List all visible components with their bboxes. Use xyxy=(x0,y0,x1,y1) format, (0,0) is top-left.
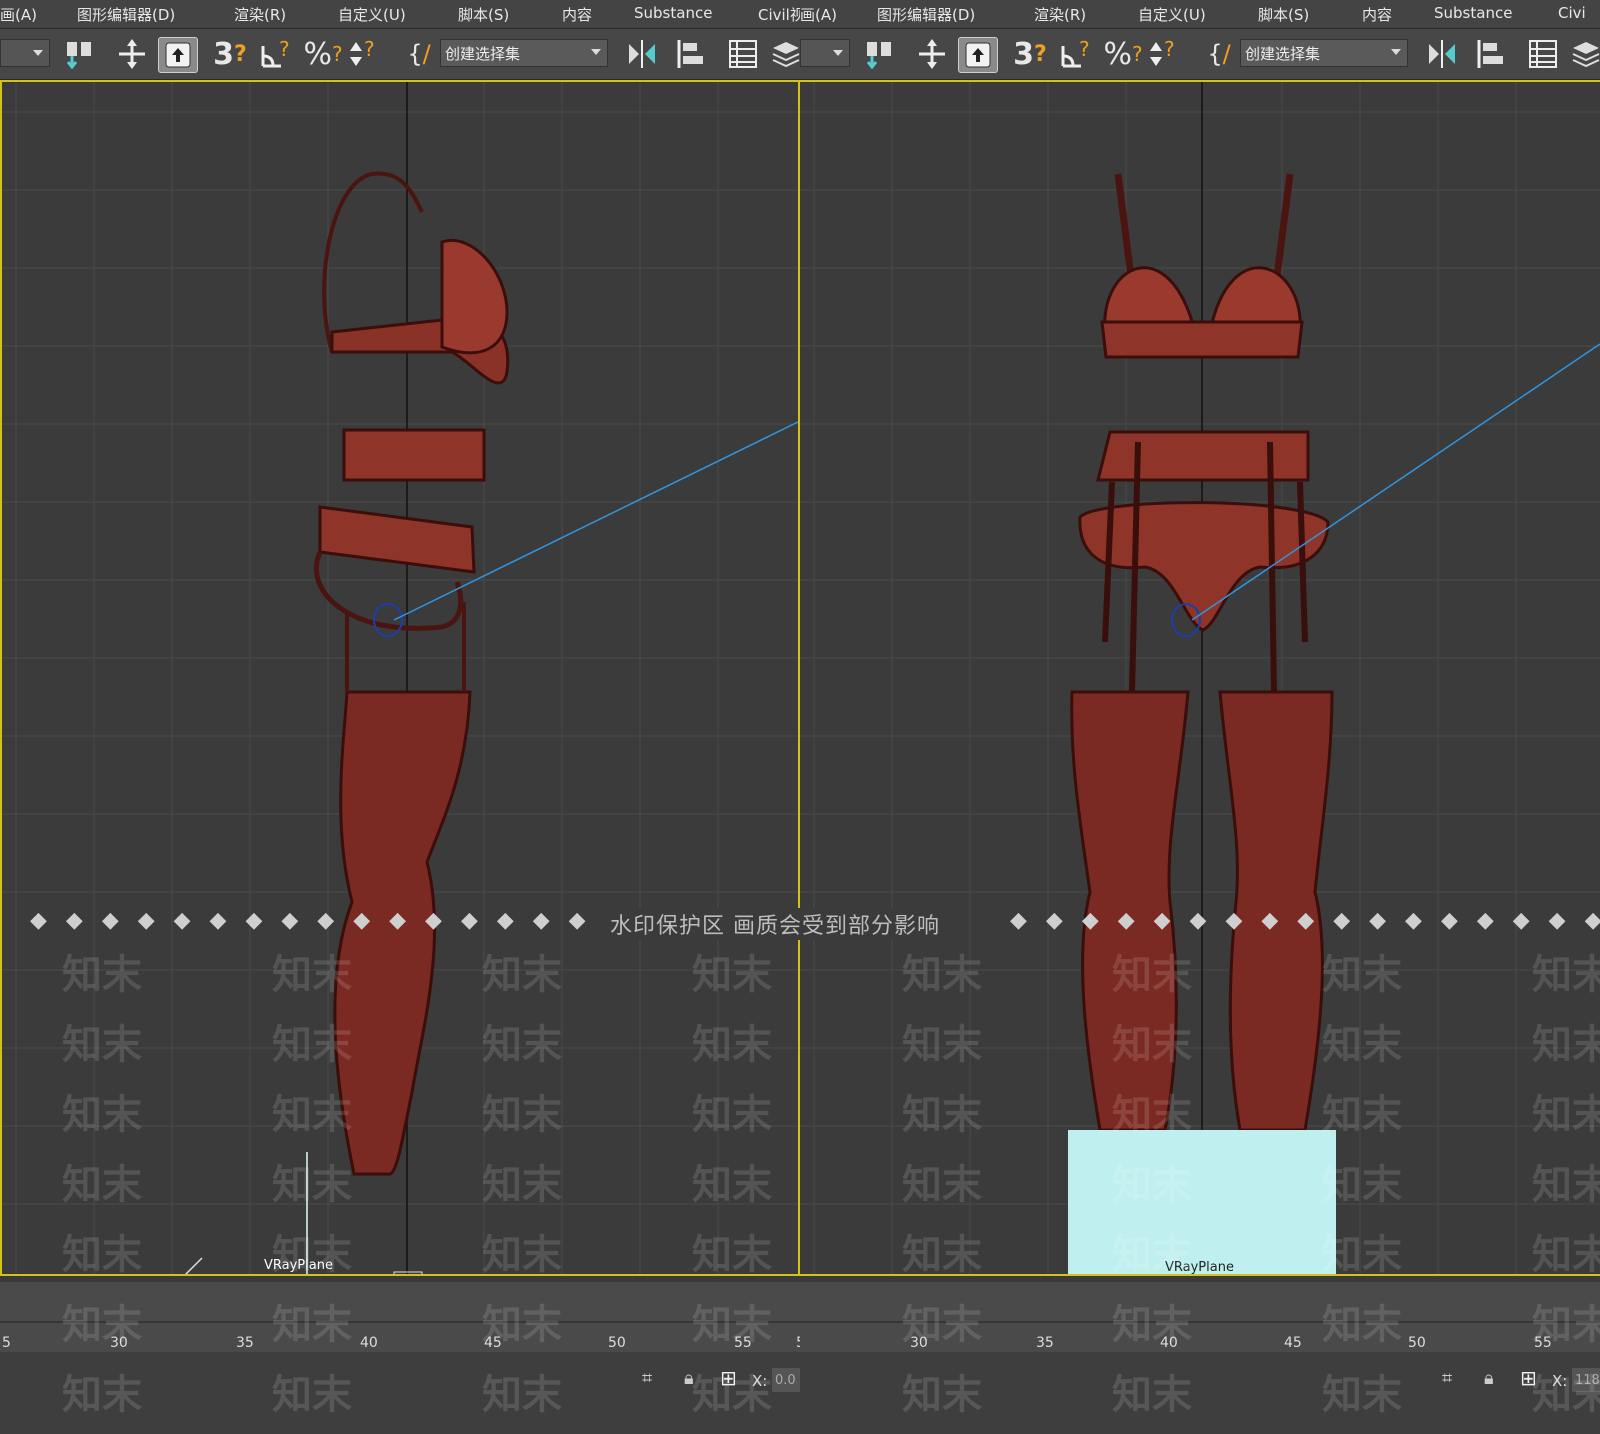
timeline-tick: 55 xyxy=(734,1335,752,1351)
named-selection-icon[interactable]: {/ xyxy=(1202,37,1236,71)
select-object-icon[interactable] xyxy=(958,37,998,73)
watermark-diamonds: ◆ ◆ ◆ ◆ ◆ ◆ ◆ ◆ ◆ ◆ ◆ ◆ ◆ ◆ ◆ ◆ ◆ ◆ ◆ xyxy=(1010,908,1600,933)
svg-text:?: ? xyxy=(364,38,375,61)
menu-customize[interactable]: 自定义(U) xyxy=(338,4,406,25)
lingerie-model-side[interactable] xyxy=(313,171,510,1176)
snap-3d-icon[interactable]: 3? xyxy=(212,37,248,72)
lock-icon[interactable]: 🔒︎ xyxy=(684,1368,694,1389)
selection-filter-dropdown[interactable] xyxy=(0,39,50,67)
snap-3d-icon[interactable]: 3? xyxy=(1012,37,1048,72)
angle-snap-icon[interactable]: ? xyxy=(258,37,296,71)
timeline-tick: 45 xyxy=(1284,1335,1302,1351)
selection-filter-dropdown[interactable] xyxy=(800,39,850,67)
menu-scripting[interactable]: 脚本(S) xyxy=(458,4,509,25)
viewport-left[interactable]: VRayPlane xyxy=(0,80,800,1276)
scene-explorer-icon[interactable] xyxy=(1526,37,1560,71)
light-target-line xyxy=(1191,343,1600,621)
select-link-icon[interactable] xyxy=(860,37,900,71)
vray-plane[interactable] xyxy=(1068,1130,1336,1276)
watermark-banner: 水印保护区 画质会受到部分影响 xyxy=(604,908,946,940)
menu-rendering[interactable]: 渲染(R) xyxy=(234,4,286,25)
svg-text:?: ? xyxy=(1079,38,1090,61)
viewport-right-canvas xyxy=(800,82,1600,1276)
select-object-icon[interactable] xyxy=(158,37,198,73)
absolute-mode-icon[interactable]: ⊞ xyxy=(1520,1366,1537,1390)
status-bar xyxy=(0,1352,800,1434)
spinner-snap-icon[interactable]: ? xyxy=(348,37,384,71)
timeline-tick: 45 xyxy=(484,1335,502,1351)
vray-plane-label: VRayPlane xyxy=(264,1258,333,1273)
select-link-icon[interactable] xyxy=(60,37,100,71)
left-window: 画(A) 图形编辑器(D) 渲染(R) 自定义(U) 脚本(S) 内容 Subs… xyxy=(0,0,800,1434)
timeline-tick: 30 xyxy=(910,1335,928,1351)
watermark-diamonds: ◆ ◆ ◆ ◆ ◆ ◆ ◆ ◆ ◆ ◆ ◆ ◆ ◆ ◆ ◆ ◆ ◆ ◆ xyxy=(30,908,664,933)
menu-graph-editors[interactable]: 图形编辑器(D) xyxy=(877,4,975,25)
spinner-snap-icon[interactable]: ? xyxy=(1148,37,1184,71)
timeline-tick: 35 xyxy=(236,1335,254,1351)
menu-bar: 画(A) 图形编辑器(D) 渲染(R) 自定义(U) 脚本(S) 内容 Subs… xyxy=(800,0,1600,29)
menu-rendering[interactable]: 渲染(R) xyxy=(1034,4,1086,25)
scene-explorer-icon[interactable] xyxy=(726,37,760,71)
timeline-tick: 50 xyxy=(608,1335,626,1351)
status-bar xyxy=(800,1352,1600,1434)
timeline-tick: 5 xyxy=(2,1335,11,1351)
menu-civil-view[interactable]: Civil视(A) xyxy=(758,4,800,25)
selection-set-dropdown[interactable]: 创建选择集 xyxy=(1240,39,1408,67)
named-selection-icon[interactable]: {/ xyxy=(402,37,436,71)
vray-plane-label: VRayPlane xyxy=(1165,1260,1234,1275)
menu-content[interactable]: 内容 xyxy=(1362,4,1392,25)
mirror-icon[interactable] xyxy=(1424,37,1460,71)
viewport-left-canvas xyxy=(2,82,798,1274)
selection-set-text: 创建选择集 xyxy=(1245,44,1321,63)
main-toolbar: 3? ? %? ? {/ 创建选择集 xyxy=(0,29,800,80)
align-icon[interactable] xyxy=(1474,37,1508,71)
align-icon[interactable] xyxy=(674,37,708,71)
timeline-tick: 40 xyxy=(1160,1335,1178,1351)
svg-text:?: ? xyxy=(1164,38,1175,61)
menu-graph-editors[interactable]: 图形编辑器(D) xyxy=(77,4,175,25)
menu-scripting[interactable]: 脚本(S) xyxy=(1258,4,1309,25)
percent-snap-icon[interactable]: %? xyxy=(303,37,342,72)
timeline-tick: 55 xyxy=(1534,1335,1552,1351)
right-window: 画(A) 图形编辑器(D) 渲染(R) 自定义(U) 脚本(S) 内容 Subs… xyxy=(800,0,1600,1434)
timeline-tick: 30 xyxy=(110,1335,128,1351)
percent-snap-icon[interactable]: %? xyxy=(1103,37,1142,72)
mirror-icon[interactable] xyxy=(624,37,660,71)
timeline-tick: 35 xyxy=(1036,1335,1054,1351)
main-toolbar: 3? ? %? ? {/ 创建选择集 xyxy=(800,29,1600,80)
menu-substance[interactable]: Substance xyxy=(1434,4,1512,22)
menu-content[interactable]: 内容 xyxy=(562,4,592,25)
coord-x-label: X: xyxy=(1552,1372,1568,1390)
timeline-tick: 50 xyxy=(1408,1335,1426,1351)
layer-manager-icon[interactable] xyxy=(1570,37,1600,71)
menu-bar: 画(A) 图形编辑器(D) 渲染(R) 自定义(U) 脚本(S) 内容 Subs… xyxy=(0,0,800,29)
move-icon[interactable] xyxy=(114,37,150,71)
viewport-right[interactable]: VRayPlane xyxy=(800,80,1600,1276)
menu-customize[interactable]: 自定义(U) xyxy=(1138,4,1206,25)
selection-set-text: 创建选择集 xyxy=(445,44,521,63)
coord-x-field[interactable]: 118 xyxy=(1572,1368,1600,1392)
zoom-extents-icon[interactable]: ⌗ xyxy=(1442,1368,1452,1389)
timeline-tick: 40 xyxy=(360,1335,378,1351)
menu-item[interactable]: 画(A) xyxy=(800,4,837,25)
menu-civil-view[interactable]: Civi xyxy=(1558,4,1586,22)
menu-item[interactable]: 画(A) xyxy=(0,4,37,25)
viewport-grid xyxy=(800,82,1600,1274)
coord-x-field[interactable]: 0.0 xyxy=(772,1368,800,1392)
angle-snap-icon[interactable]: ? xyxy=(1058,37,1096,71)
coord-x-label: X: xyxy=(752,1372,768,1390)
layer-manager-icon[interactable] xyxy=(770,37,800,71)
move-icon[interactable] xyxy=(914,37,950,71)
selection-set-dropdown[interactable]: 创建选择集 xyxy=(440,39,608,67)
zoom-extents-icon[interactable]: ⌗ xyxy=(642,1368,652,1389)
lock-icon[interactable]: 🔒︎ xyxy=(1484,1368,1494,1389)
menu-substance[interactable]: Substance xyxy=(634,4,712,22)
svg-text:?: ? xyxy=(279,38,290,61)
absolute-mode-icon[interactable]: ⊞ xyxy=(720,1366,737,1390)
